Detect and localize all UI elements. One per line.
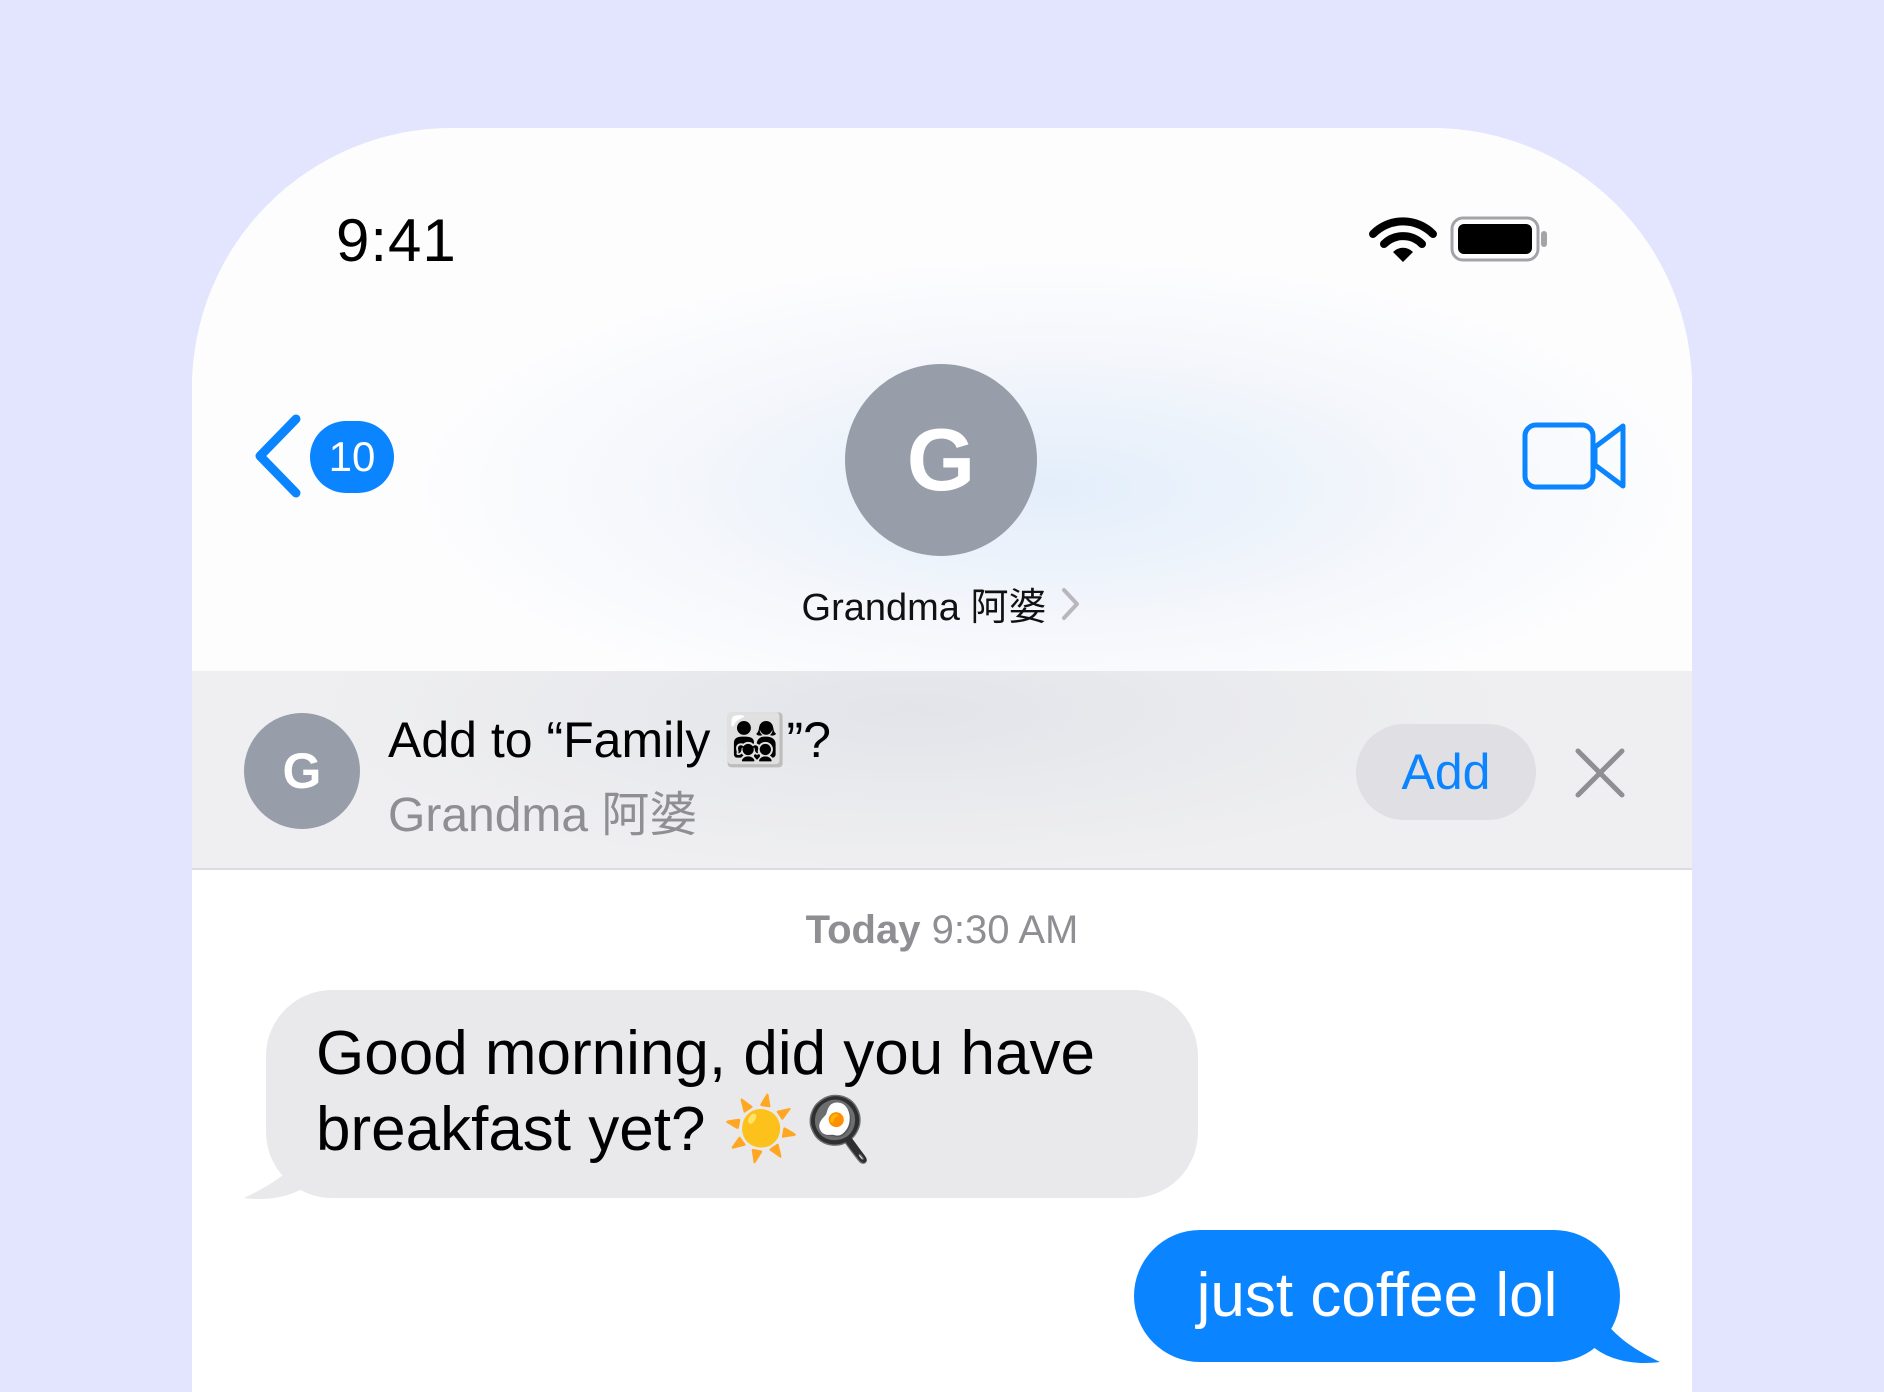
message-bubble-incoming[interactable]: Good morning, did you have breakfast yet… bbox=[266, 990, 1198, 1198]
contact-avatar[interactable]: G bbox=[845, 364, 1037, 556]
timestamp-day: Today bbox=[805, 908, 921, 952]
close-icon[interactable] bbox=[1574, 747, 1626, 799]
phone-screen: 9:41 10 G Grandma 阿婆 G bbox=[192, 128, 1692, 1392]
back-button[interactable]: 10 bbox=[252, 413, 402, 503]
video-call-icon[interactable] bbox=[1522, 420, 1628, 492]
add-to-group-banner: G Add to “Family 👨‍👩‍👧‍👦”? Grandma 阿婆 Ad… bbox=[192, 671, 1692, 870]
message-timestamp: Today 9:30 AM bbox=[192, 908, 1692, 953]
status-time: 9:41 bbox=[336, 207, 457, 274]
contact-name-button[interactable]: Grandma 阿婆 bbox=[192, 576, 1692, 631]
banner-subtitle: Grandma 阿婆 bbox=[388, 789, 698, 842]
contact-name: Grandma 阿婆 bbox=[801, 587, 1047, 629]
unread-count-badge: 10 bbox=[310, 421, 394, 493]
banner-title: Add to “Family 👨‍👩‍👧‍👦”? bbox=[388, 712, 831, 768]
battery-icon bbox=[1450, 216, 1547, 262]
timestamp-time: 9:30 AM bbox=[931, 908, 1079, 952]
chevron-right-icon bbox=[1062, 587, 1080, 620]
conversation-header: 9:41 10 G Grandma 阿婆 bbox=[192, 128, 1692, 673]
add-button[interactable]: Add bbox=[1356, 724, 1536, 820]
wifi-icon bbox=[1369, 217, 1437, 262]
chevron-left-icon bbox=[255, 414, 301, 498]
banner-avatar: G bbox=[244, 713, 360, 829]
message-bubble-outgoing[interactable]: just coffee lol bbox=[1134, 1230, 1620, 1362]
